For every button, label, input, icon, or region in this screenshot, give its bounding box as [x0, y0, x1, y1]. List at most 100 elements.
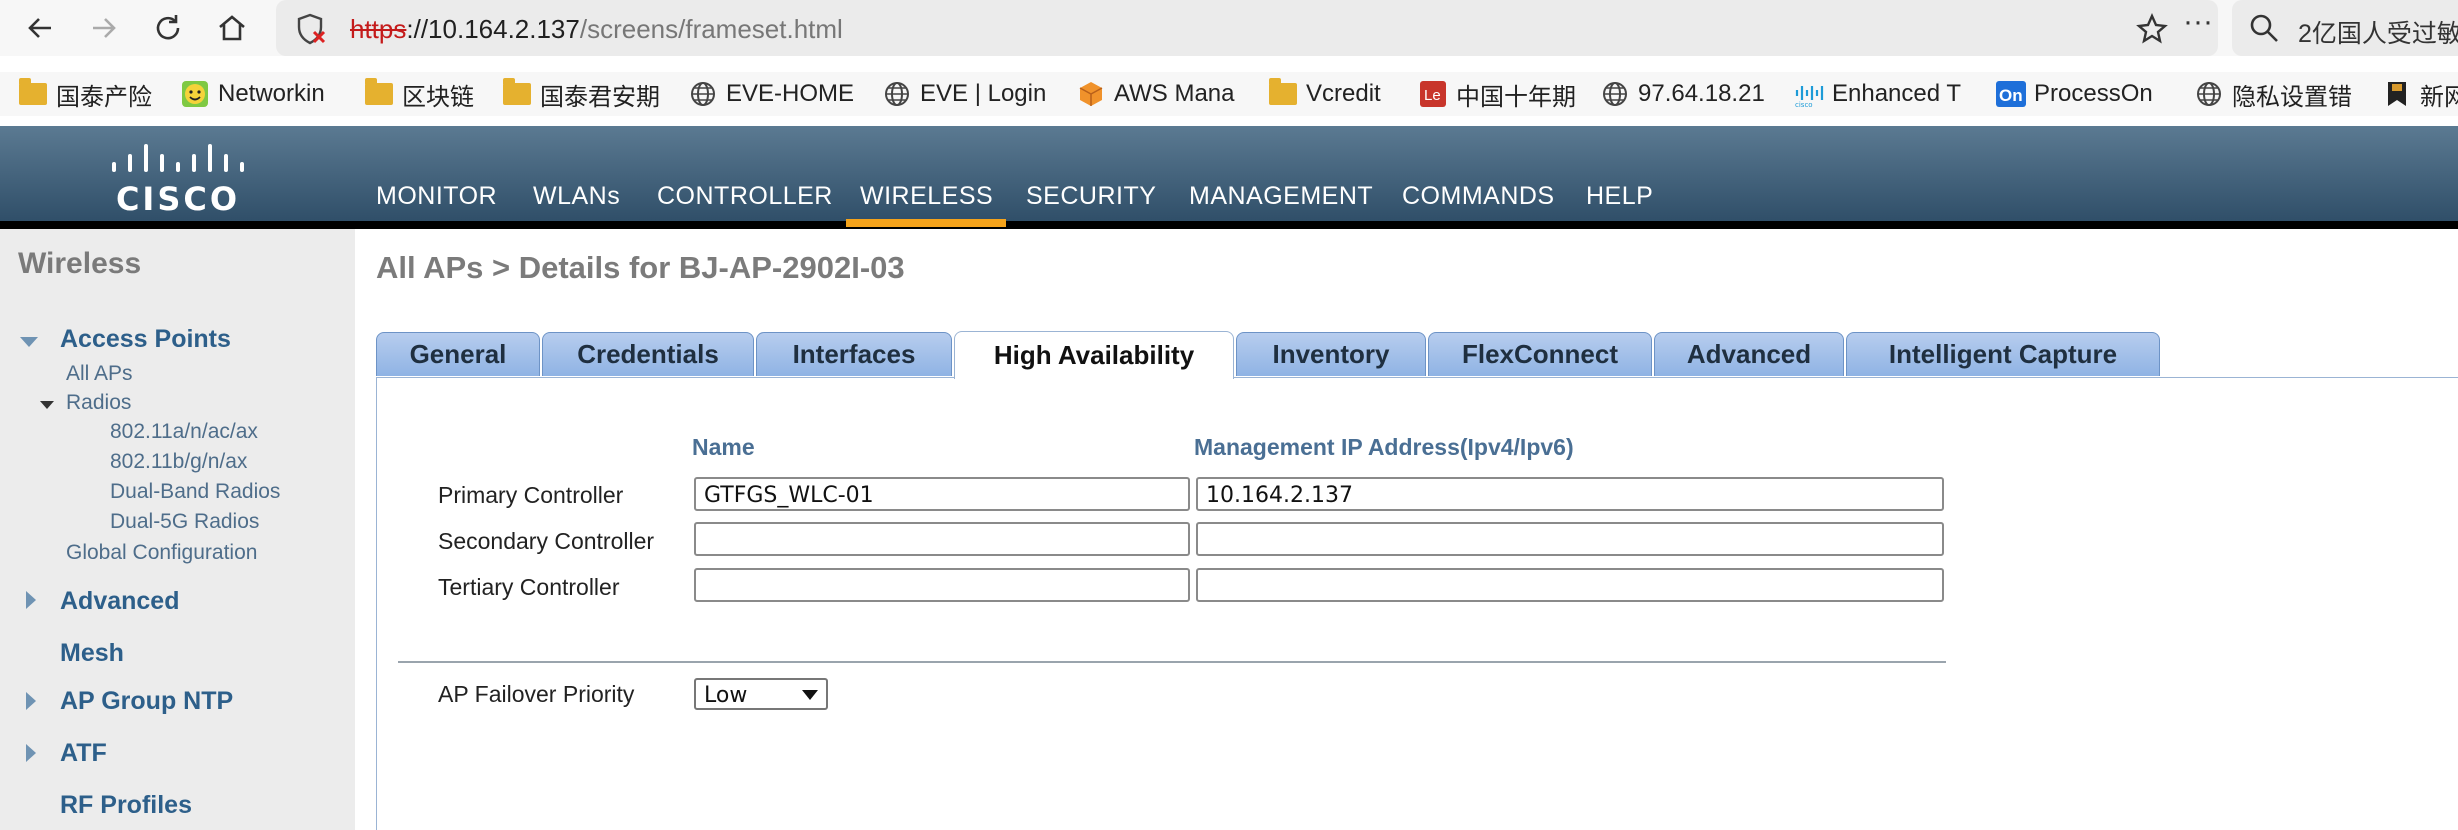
forward-button[interactable]	[82, 8, 126, 48]
sidebar-item-mesh[interactable]: Mesh	[60, 639, 124, 668]
bookmark-icon	[2382, 79, 2412, 109]
sidebar-item-ap-group-ntp[interactable]: AP Group NTP	[60, 687, 233, 716]
reload-button[interactable]	[146, 8, 190, 48]
globe-icon	[1600, 79, 1630, 109]
sidebar-item-radio-11a[interactable]: 802.11a/n/ac/ax	[110, 420, 258, 444]
header-divider	[0, 221, 2458, 229]
section-divider	[398, 661, 1946, 663]
search-icon	[2250, 14, 2278, 42]
bookmark-item[interactable]: Vcredit	[1268, 78, 1398, 110]
home-icon	[219, 15, 245, 41]
forward-arrow-icon	[93, 18, 116, 38]
tab-inventory[interactable]: Inventory	[1236, 332, 1426, 376]
home-button[interactable]	[210, 8, 254, 48]
bookmark-item[interactable]: 区块链	[364, 78, 482, 110]
sidebar-item-advanced[interactable]: Advanced	[60, 587, 179, 616]
tab-high-availability[interactable]: High Availability	[954, 331, 1234, 379]
insecure-shield-icon	[297, 13, 326, 45]
aws-cube-icon	[1076, 79, 1106, 109]
on-icon: On	[1996, 79, 2026, 109]
cisco-bars-icon	[112, 144, 244, 172]
sidebar-item-radio-11b[interactable]: 802.11b/g/n/ax	[110, 450, 247, 474]
cisco-logo: CISCO	[108, 138, 248, 218]
secondary-controller-ip-input[interactable]	[1196, 522, 1944, 556]
tab-general[interactable]: General	[376, 332, 540, 376]
bookmark-item[interactable]: Le 中国十年期	[1418, 78, 1578, 110]
bookmark-item[interactable]: AWS Mana	[1076, 78, 1246, 110]
svg-text:cisco: cisco	[1795, 101, 1813, 108]
smiley-icon	[180, 79, 210, 109]
folder-icon	[364, 78, 394, 109]
tab-advanced[interactable]: Advanced	[1654, 332, 1844, 376]
globe-icon	[688, 79, 718, 109]
sidebar-item-atf[interactable]: ATF	[60, 739, 107, 768]
sidebar-item-global-configuration[interactable]: Global Configuration	[66, 541, 257, 565]
tab-panel-border	[376, 377, 2458, 378]
tab-interfaces[interactable]: Interfaces	[756, 332, 952, 376]
sidebar-item-access-points[interactable]: Access Points	[60, 325, 231, 354]
search-text: 2亿国人受过敏	[2298, 20, 2458, 48]
column-header-name: Name	[692, 434, 755, 460]
sidebar-item-rf-profiles[interactable]: RF Profiles	[60, 791, 192, 820]
search-box[interactable]: 2亿国人受过敏	[2232, 0, 2458, 56]
bookmark-item[interactable]: EVE-HOME	[688, 78, 862, 110]
reload-icon	[156, 15, 180, 40]
bookmark-item[interactable]: EVE | Login	[882, 78, 1056, 110]
menu-wireless[interactable]: WIRELESS	[860, 182, 993, 211]
expand-right-icon[interactable]	[26, 744, 36, 762]
expand-right-icon[interactable]	[26, 692, 36, 710]
secondary-controller-label: Secondary Controller	[438, 528, 655, 554]
tab-flexconnect[interactable]: FlexConnect	[1428, 332, 1652, 376]
folder-icon	[1268, 78, 1298, 109]
menu-help[interactable]: HELP	[1586, 182, 1653, 211]
cisco-icon: cisco	[1794, 79, 1824, 109]
menu-controller[interactable]: CONTROLLER	[657, 182, 833, 211]
expand-down-icon[interactable]	[20, 337, 38, 347]
menu-monitor[interactable]: MONITOR	[376, 182, 497, 211]
ap-failover-priority-select[interactable]: Low	[694, 678, 828, 710]
tertiary-controller-label: Tertiary Controller	[438, 574, 620, 600]
menu-commands[interactable]: COMMANDS	[1402, 182, 1555, 211]
menu-wlans[interactable]: WLANs	[533, 182, 620, 211]
column-header-ip: Management IP Address(Ipv4/Ipv6)	[1194, 434, 1574, 460]
page-title: All APs > Details for BJ-AP-2902I-03	[376, 250, 905, 285]
url-text: https://10.164.2.137/screens/frameset.ht…	[350, 14, 843, 44]
bookmark-item[interactable]: 隐私设置错	[2194, 78, 2356, 110]
primary-controller-name-input[interactable]: GTFGS_WLC-01	[694, 477, 1190, 511]
menu-security[interactable]: SECURITY	[1026, 182, 1156, 211]
primary-controller-label: Primary Controller	[438, 482, 624, 508]
bookmark-item[interactable]: 国泰君安期	[502, 78, 662, 110]
address-bar[interactable]: https://10.164.2.137/screens/frameset.ht…	[276, 0, 2218, 56]
tertiary-controller-name-input[interactable]	[694, 568, 1190, 602]
expand-down-icon[interactable]	[40, 401, 54, 409]
tab-credentials[interactable]: Credentials	[542, 332, 754, 376]
more-icon[interactable]: ···	[2176, 7, 2220, 48]
primary-controller-ip-input[interactable]: 10.164.2.137	[1196, 477, 1944, 511]
bookmark-item[interactable]: 新网	[2382, 78, 2458, 110]
globe-icon	[2194, 79, 2224, 109]
folder-icon	[18, 78, 48, 109]
back-button[interactable]	[18, 8, 62, 48]
menu-management[interactable]: MANAGEMENT	[1189, 182, 1373, 211]
star-icon[interactable]	[2136, 13, 2168, 45]
bookmark-item[interactable]: 国泰产险	[18, 78, 164, 110]
bookmark-item[interactable]: 97.64.18.21	[1600, 78, 1774, 110]
sidebar-item-dual-band[interactable]: Dual-Band Radios	[110, 480, 280, 504]
secondary-controller-name-input[interactable]	[694, 522, 1190, 556]
sidebar-item-dual-5g[interactable]: Dual-5G Radios	[110, 510, 259, 534]
tab-intelligent-capture[interactable]: Intelligent Capture	[1846, 332, 2160, 376]
bookmark-item[interactable]: Networkin	[180, 78, 340, 110]
bookmark-item[interactable]: On ProcessOn	[1996, 78, 2172, 110]
bookmarks-bar: 国泰产险 Networkin 区块链 国泰君安期 EVE-HOME EVE | …	[0, 72, 2458, 116]
sidebar: Wireless Access Points All APs Radios 80…	[0, 229, 355, 830]
svg-text:On: On	[1999, 86, 2023, 105]
sidebar-item-radios[interactable]: Radios	[66, 391, 131, 415]
tab-panel-left-border	[376, 377, 377, 830]
sidebar-item-all-aps[interactable]: All APs	[66, 362, 133, 386]
tertiary-controller-ip-input[interactable]	[1196, 568, 1944, 602]
expand-right-icon[interactable]	[26, 591, 36, 609]
back-arrow-icon	[28, 18, 51, 38]
bookmark-item[interactable]: cisco Enhanced T	[1794, 78, 1972, 110]
active-menu-indicator	[846, 219, 1006, 227]
le-icon: Le	[1418, 79, 1448, 109]
